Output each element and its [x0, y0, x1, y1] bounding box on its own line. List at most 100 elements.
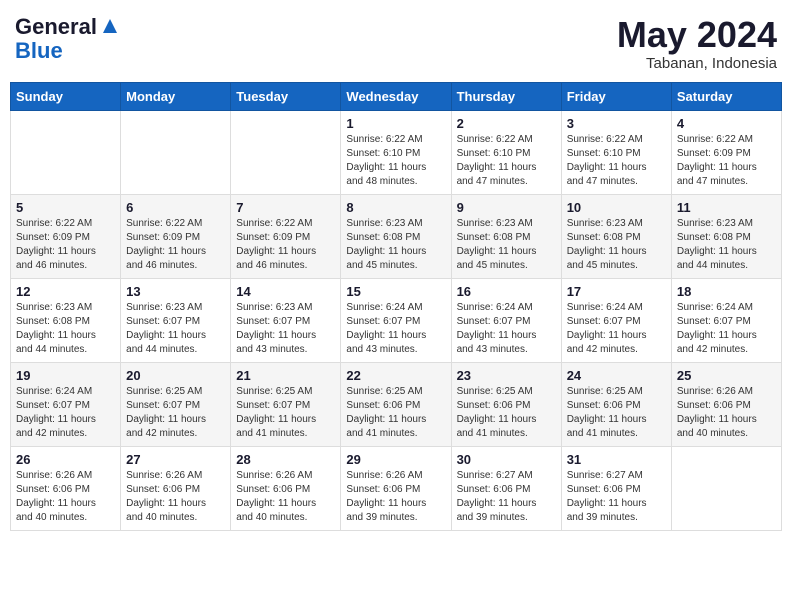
col-tuesday: Tuesday — [231, 82, 341, 110]
table-row: 13Sunrise: 6:23 AMSunset: 6:07 PMDayligh… — [121, 278, 231, 362]
day-info: Sunrise: 6:22 AMSunset: 6:10 PMDaylight:… — [567, 133, 666, 189]
day-number: 27 — [126, 452, 225, 467]
day-info: Sunrise: 6:22 AMSunset: 6:09 PMDaylight:… — [16, 217, 115, 273]
day-info: Sunrise: 6:23 AMSunset: 6:08 PMDaylight:… — [677, 217, 776, 273]
day-number: 17 — [567, 284, 666, 299]
day-number: 21 — [236, 368, 335, 383]
day-number: 4 — [677, 116, 776, 131]
day-info: Sunrise: 6:23 AMSunset: 6:08 PMDaylight:… — [567, 217, 666, 273]
day-info: Sunrise: 6:24 AMSunset: 6:07 PMDaylight:… — [16, 385, 115, 441]
day-number: 1 — [346, 116, 445, 131]
col-saturday: Saturday — [671, 82, 781, 110]
day-info: Sunrise: 6:23 AMSunset: 6:08 PMDaylight:… — [16, 301, 115, 357]
day-info: Sunrise: 6:25 AMSunset: 6:06 PMDaylight:… — [457, 385, 556, 441]
day-number: 19 — [16, 368, 115, 383]
col-monday: Monday — [121, 82, 231, 110]
logo-line2: Blue — [15, 39, 121, 63]
table-row: 29Sunrise: 6:26 AMSunset: 6:06 PMDayligh… — [341, 446, 451, 530]
calendar-header: Sunday Monday Tuesday Wednesday Thursday… — [11, 82, 782, 110]
table-row: 19 Sunrise: 6:24 AMSunset: 6:07 PMDayligh… — [11, 362, 121, 446]
day-number: 28 — [236, 452, 335, 467]
day-info: Sunrise: 6:25 AMSunset: 6:06 PMDaylight:… — [567, 385, 666, 441]
table-row: 21 Sunrise: 6:25 AMSunset: 6:07 PMDayligh… — [231, 362, 341, 446]
day-number: 12 — [16, 284, 115, 299]
table-row: 6 Sunrise: 6:22 AMSunset: 6:09 PMDaylight… — [121, 194, 231, 278]
day-info: Sunrise: 6:22 AMSunset: 6:10 PMDaylight:… — [457, 133, 556, 189]
day-number: 24 — [567, 368, 666, 383]
logo-text: General — [15, 15, 97, 39]
table-row — [671, 446, 781, 530]
day-info: Sunrise: 6:25 AMSunset: 6:07 PMDaylight:… — [126, 385, 225, 441]
day-number: 23 — [457, 368, 556, 383]
day-number: 14 — [236, 284, 335, 299]
day-number: 3 — [567, 116, 666, 131]
calendar-table: Sunday Monday Tuesday Wednesday Thursday… — [10, 82, 782, 531]
day-info: Sunrise: 6:22 AMSunset: 6:10 PMDaylight:… — [346, 133, 445, 189]
day-info: Sunrise: 6:22 AMSunset: 6:09 PMDaylight:… — [677, 133, 776, 189]
day-number: 26 — [16, 452, 115, 467]
table-row: 14 Sunrise: 6:23 AMSunset: 6:07 PMDayligh… — [231, 278, 341, 362]
day-info: Sunrise: 6:26 AMSunset: 6:06 PMDaylight:… — [236, 469, 335, 525]
table-row: 12 Sunrise: 6:23 AMSunset: 6:08 PMDayligh… — [11, 278, 121, 362]
day-info: Sunrise: 6:26 AMSunset: 6:06 PMDaylight:… — [16, 469, 115, 525]
day-info: Sunrise: 6:27 AMSunset: 6:06 PMDaylight:… — [567, 469, 666, 525]
table-row: 10 Sunrise: 6:23 AMSunset: 6:08 PMDayligh… — [561, 194, 671, 278]
table-row: 28 Sunrise: 6:26 AMSunset: 6:06 PMDayligh… — [231, 446, 341, 530]
calendar-week-2: 5 Sunrise: 6:22 AMSunset: 6:09 PMDaylight… — [11, 194, 782, 278]
table-row: 24 Sunrise: 6:25 AMSunset: 6:06 PMDayligh… — [561, 362, 671, 446]
day-number: 25 — [677, 368, 776, 383]
month-title: May 2024 — [617, 15, 777, 55]
table-row: 30 Sunrise: 6:27 AMSunset: 6:06 PMDayligh… — [451, 446, 561, 530]
col-thursday: Thursday — [451, 82, 561, 110]
day-number: 6 — [126, 200, 225, 215]
day-info: Sunrise: 6:23 AMSunset: 6:08 PMDaylight:… — [457, 217, 556, 273]
table-row: 18Sunrise: 6:24 AMSunset: 6:07 PMDayligh… — [671, 278, 781, 362]
table-row: 16Sunrise: 6:24 AMSunset: 6:07 PMDayligh… — [451, 278, 561, 362]
table-row: 5 Sunrise: 6:22 AMSunset: 6:09 PMDaylight… — [11, 194, 121, 278]
table-row: 2 Sunrise: 6:22 AMSunset: 6:10 PMDaylight… — [451, 110, 561, 194]
day-number: 7 — [236, 200, 335, 215]
table-row — [231, 110, 341, 194]
table-row: 23 Sunrise: 6:25 AMSunset: 6:06 PMDayligh… — [451, 362, 561, 446]
table-row: 27 Sunrise: 6:26 AMSunset: 6:06 PMDayligh… — [121, 446, 231, 530]
table-row: 20 Sunrise: 6:25 AMSunset: 6:07 PMDayligh… — [121, 362, 231, 446]
table-row: 7Sunrise: 6:22 AMSunset: 6:09 PMDaylight… — [231, 194, 341, 278]
table-row: 4 Sunrise: 6:22 AMSunset: 6:09 PMDaylight… — [671, 110, 781, 194]
calendar-week-3: 12 Sunrise: 6:23 AMSunset: 6:08 PMDayligh… — [11, 278, 782, 362]
table-row: 22Sunrise: 6:25 AMSunset: 6:06 PMDayligh… — [341, 362, 451, 446]
table-row: 11Sunrise: 6:23 AMSunset: 6:08 PMDayligh… — [671, 194, 781, 278]
day-info: Sunrise: 6:26 AMSunset: 6:06 PMDaylight:… — [677, 385, 776, 441]
day-number: 8 — [346, 200, 445, 215]
col-friday: Friday — [561, 82, 671, 110]
table-row — [11, 110, 121, 194]
day-number: 10 — [567, 200, 666, 215]
day-number: 29 — [346, 452, 445, 467]
table-row: 26 Sunrise: 6:26 AMSunset: 6:06 PMDayligh… — [11, 446, 121, 530]
day-info: Sunrise: 6:27 AMSunset: 6:06 PMDaylight:… — [457, 469, 556, 525]
day-number: 20 — [126, 368, 225, 383]
day-info: Sunrise: 6:24 AMSunset: 6:07 PMDaylight:… — [346, 301, 445, 357]
day-info: Sunrise: 6:23 AMSunset: 6:07 PMDaylight:… — [236, 301, 335, 357]
day-info: Sunrise: 6:26 AMSunset: 6:06 PMDaylight:… — [126, 469, 225, 525]
day-info: Sunrise: 6:23 AMSunset: 6:08 PMDaylight:… — [346, 217, 445, 273]
day-info: Sunrise: 6:24 AMSunset: 6:07 PMDaylight:… — [677, 301, 776, 357]
day-number: 30 — [457, 452, 556, 467]
day-info: Sunrise: 6:22 AMSunset: 6:09 PMDaylight:… — [126, 217, 225, 273]
day-number: 5 — [16, 200, 115, 215]
day-info: Sunrise: 6:25 AMSunset: 6:07 PMDaylight:… — [236, 385, 335, 441]
day-number: 2 — [457, 116, 556, 131]
day-number: 31 — [567, 452, 666, 467]
day-info: Sunrise: 6:24 AMSunset: 6:07 PMDaylight:… — [567, 301, 666, 357]
day-number: 16 — [457, 284, 556, 299]
calendar-week-4: 19 Sunrise: 6:24 AMSunset: 6:07 PMDayligh… — [11, 362, 782, 446]
col-wednesday: Wednesday — [341, 82, 451, 110]
day-number: 9 — [457, 200, 556, 215]
day-info: Sunrise: 6:25 AMSunset: 6:06 PMDaylight:… — [346, 385, 445, 441]
location: Tabanan, Indonesia — [617, 55, 777, 72]
calendar-week-1: 1 Sunrise: 6:22 AMSunset: 6:10 PMDaylight… — [11, 110, 782, 194]
col-sunday: Sunday — [11, 82, 121, 110]
table-row: 15Sunrise: 6:24 AMSunset: 6:07 PMDayligh… — [341, 278, 451, 362]
table-row: 9 Sunrise: 6:23 AMSunset: 6:08 PMDaylight… — [451, 194, 561, 278]
table-row: 8 Sunrise: 6:23 AMSunset: 6:08 PMDaylight… — [341, 194, 451, 278]
table-row — [121, 110, 231, 194]
